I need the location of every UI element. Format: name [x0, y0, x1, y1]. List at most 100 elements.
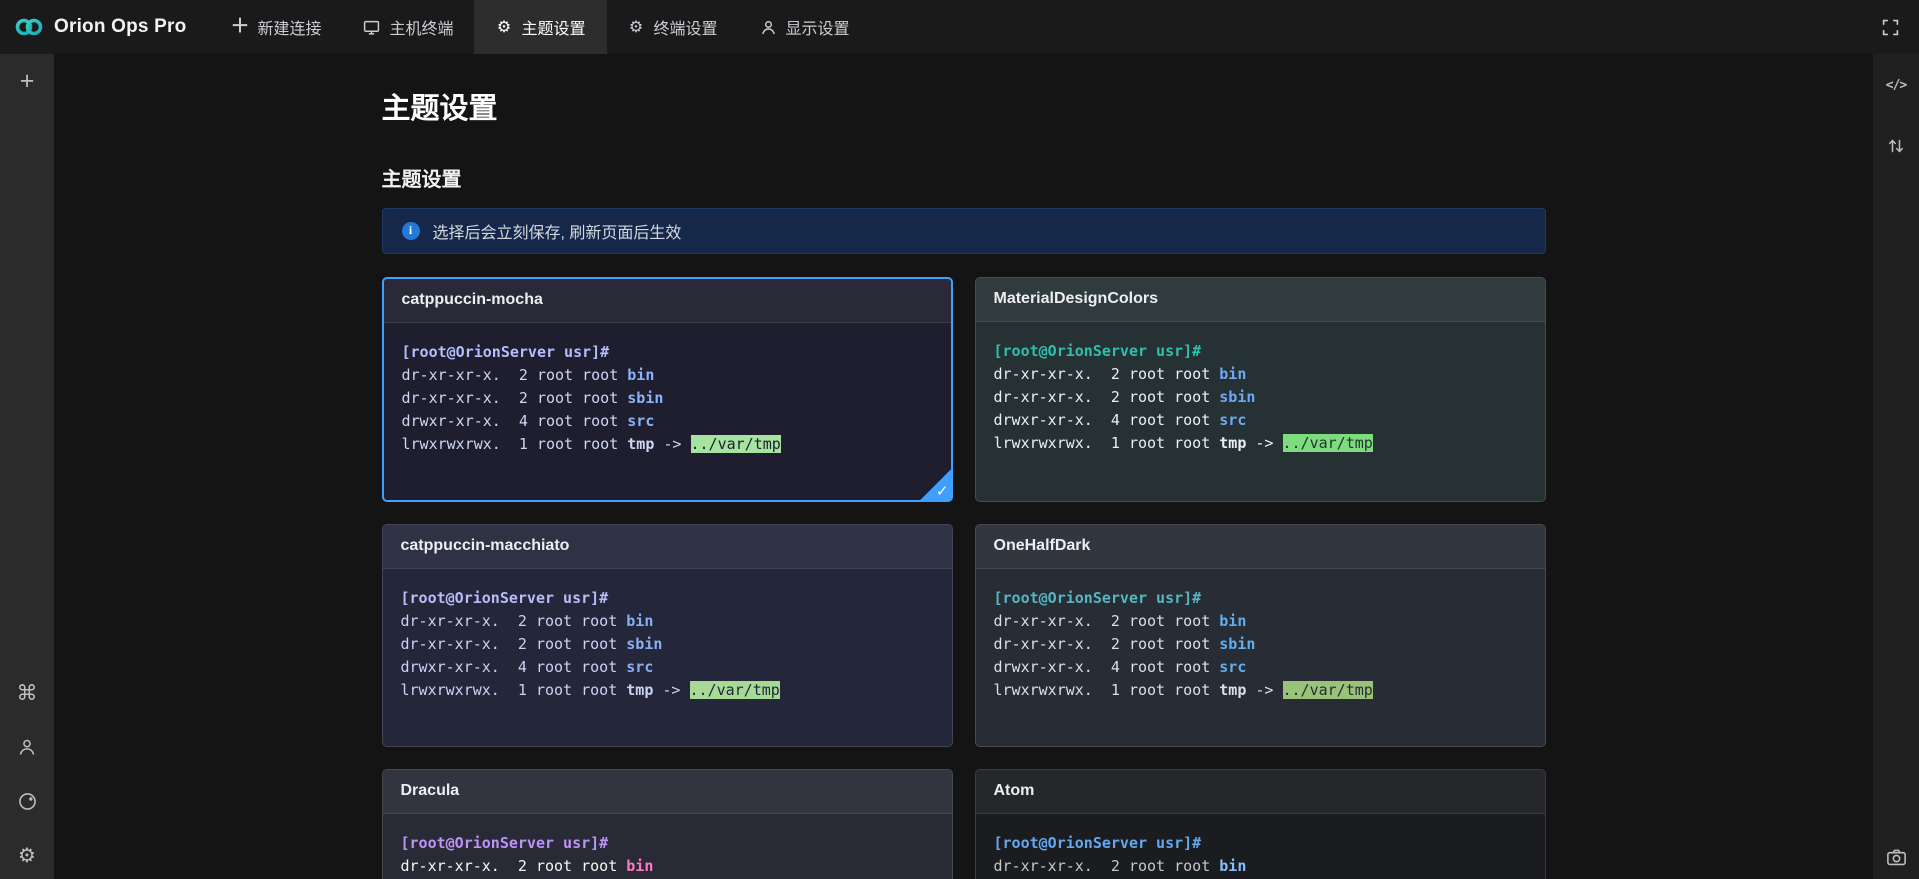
nav-item-display-settings[interactable]: 显示设置: [739, 0, 871, 54]
nav-item-theme-settings[interactable]: ⚙ 主题设置: [474, 0, 606, 54]
terminal-line: drwxr-xr-x. 4 root root src: [401, 656, 934, 679]
theme-name: MaterialDesignColors: [994, 290, 1158, 308]
left-sidebar-bottom: ⌘ ⚙: [13, 679, 41, 869]
terminal-prompt-line: [root@OrionServer usr]#: [994, 832, 1527, 855]
theme-name: catppuccin-mocha: [402, 291, 543, 309]
terminal-line: dr-xr-xr-x. 2 root root sbin: [994, 633, 1527, 656]
theme-card[interactable]: catppuccin-mocha [root@OrionServer usr]#…: [382, 277, 953, 502]
nav-item-label: 终端设置: [654, 15, 718, 39]
theme-card[interactable]: MaterialDesignColors [root@OrionServer u…: [975, 277, 1546, 502]
gear-icon: ⚙: [18, 845, 36, 865]
terminal-line: lrwxrwxrwx. 1 root root tmp -> ../var/tm…: [994, 432, 1527, 455]
theme-card-header: catppuccin-macchiato: [383, 525, 952, 569]
terminal-line: lrwxrwxrwx. 1 root root tmp -> ../var/tm…: [401, 679, 934, 702]
theme-card-body: [root@OrionServer usr]#dr-xr-xr-x. 2 roo…: [976, 814, 1545, 879]
theme-card[interactable]: OneHalfDark [root@OrionServer usr]#dr-xr…: [975, 524, 1546, 747]
info-icon: i: [402, 222, 420, 240]
nav-menu: ＋ 新建连接 主机终端 ⚙ 主题设置 ⚙ 终端设置 显示设置: [210, 0, 870, 54]
terminal-line: dr-xr-xr-x. 2 root root bin: [401, 610, 934, 633]
info-alert-text: 选择后会立刻保存, 刷新页面后生效: [433, 219, 682, 243]
user-icon: [760, 19, 777, 36]
fullscreen-icon: [1882, 19, 1899, 36]
plus-icon: ＋: [231, 18, 248, 35]
terminal-prompt-line: [root@OrionServer usr]#: [402, 341, 933, 364]
nav-item-new-connection[interactable]: ＋ 新建连接: [210, 0, 342, 54]
user-icon: [17, 737, 37, 757]
terminal-prompt-line: [root@OrionServer usr]#: [994, 340, 1527, 363]
terminal-preview: [root@OrionServer usr]#dr-xr-xr-x. 2 roo…: [402, 341, 933, 456]
code-view-button[interactable]: </>: [1882, 71, 1910, 99]
terminal-prompt-line: [root@OrionServer usr]#: [401, 587, 934, 610]
fullscreen-button[interactable]: [1862, 0, 1919, 54]
terminal-preview: [root@OrionServer usr]#dr-xr-xr-x. 2 roo…: [401, 832, 934, 879]
terminal-line: drwxr-xr-x. 4 root root src: [994, 409, 1527, 432]
terminal-line: dr-xr-xr-x. 2 root root bin: [402, 364, 933, 387]
theme-card-header: Atom: [976, 770, 1545, 814]
terminal-line: dr-xr-xr-x. 2 root root bin: [994, 855, 1527, 878]
top-navbar: Orion Ops Pro ＋ 新建连接 主机终端 ⚙ 主题设置 ⚙ 终端设置: [0, 0, 1919, 54]
terminal-prompt-line: [root@OrionServer usr]#: [994, 587, 1527, 610]
gear-icon: ⚙: [628, 19, 645, 36]
plus-icon: +: [20, 67, 35, 96]
left-sidebar: + ⌘ ⚙: [0, 54, 54, 879]
theme-card-body: [root@OrionServer usr]#dr-xr-xr-x. 2 roo…: [383, 814, 952, 879]
camera-icon: [1886, 847, 1907, 868]
terminal-line: dr-xr-xr-x. 2 root root bin: [994, 363, 1527, 386]
theme-name: Dracula: [401, 782, 460, 800]
navbar-spacer: [871, 0, 1862, 54]
command-icon: ⌘: [17, 683, 38, 704]
nav-item-label: 主题设置: [521, 15, 585, 39]
theme-card-body: [root@OrionServer usr]#dr-xr-xr-x. 2 roo…: [384, 323, 951, 500]
nav-item-host-terminal[interactable]: 主机终端: [342, 0, 474, 54]
main-row: + ⌘ ⚙: [0, 54, 1919, 879]
section-title: 主题设置: [382, 163, 1546, 192]
terminal-prompt-line: [root@OrionServer usr]#: [401, 832, 934, 855]
theme-card-body: [root@OrionServer usr]#dr-xr-xr-x. 2 roo…: [976, 569, 1545, 746]
theme-card[interactable]: Atom [root@OrionServer usr]#dr-xr-xr-x. …: [975, 769, 1546, 879]
terminal-line: dr-xr-xr-x. 2 root root bin: [401, 855, 934, 878]
theme-name: OneHalfDark: [994, 537, 1091, 555]
theme-grid: catppuccin-mocha [root@OrionServer usr]#…: [382, 277, 1546, 879]
screenshot-button[interactable]: [1882, 843, 1910, 871]
app-title: Orion Ops Pro: [54, 16, 186, 38]
terminal-line: dr-xr-xr-x. 2 root root bin: [994, 610, 1527, 633]
terminal-preview: [root@OrionServer usr]#dr-xr-xr-x. 2 roo…: [994, 832, 1527, 879]
theme-card-body: [root@OrionServer usr]#dr-xr-xr-x. 2 roo…: [976, 322, 1545, 499]
terminal-line: drwxr-xr-x. 4 root root src: [994, 656, 1527, 679]
nav-item-label: 显示设置: [786, 15, 850, 39]
theme-card-header: OneHalfDark: [976, 525, 1545, 569]
nav-item-terminal-settings[interactable]: ⚙ 终端设置: [607, 0, 739, 54]
page-title: 主题设置: [382, 92, 1546, 127]
palette-icon: [17, 791, 38, 812]
settings-container: 主题设置 主题设置 i 选择后会立刻保存, 刷新页面后生效 catppuccin…: [382, 54, 1546, 879]
nav-item-label: 主机终端: [389, 15, 453, 39]
info-alert: i 选择后会立刻保存, 刷新页面后生效: [382, 208, 1546, 254]
terminal-line: drwxr-xr-x. 4 root root src: [402, 410, 933, 433]
theme-card[interactable]: catppuccin-macchiato [root@OrionServer u…: [382, 524, 953, 747]
shortcut-button[interactable]: ⌘: [13, 679, 41, 707]
nav-item-label: 新建连接: [257, 15, 321, 39]
theme-card-header: Dracula: [383, 770, 952, 814]
theme-card-header: catppuccin-mocha: [384, 279, 951, 323]
orion-logo-icon: [14, 16, 44, 38]
theme-button[interactable]: [13, 787, 41, 815]
brand: Orion Ops Pro: [0, 0, 210, 54]
theme-card-body: [root@OrionServer usr]#dr-xr-xr-x. 2 roo…: [383, 569, 952, 746]
right-sidebar: </>: [1873, 54, 1919, 879]
settings-button[interactable]: ⚙: [13, 841, 41, 869]
terminal-line: lrwxrwxrwx. 1 root root tmp -> ../var/tm…: [402, 433, 933, 456]
terminal-preview: [root@OrionServer usr]#dr-xr-xr-x. 2 roo…: [994, 587, 1527, 702]
sort-button[interactable]: [1882, 132, 1910, 160]
app-window: Orion Ops Pro ＋ 新建连接 主机终端 ⚙ 主题设置 ⚙ 终端设置: [0, 0, 1919, 879]
terminal-line: dr-xr-xr-x. 2 root root sbin: [401, 633, 934, 656]
theme-name: Atom: [994, 782, 1035, 800]
main-content: 主题设置 主题设置 i 选择后会立刻保存, 刷新页面后生效 catppuccin…: [54, 54, 1873, 879]
terminal-preview: [root@OrionServer usr]#dr-xr-xr-x. 2 roo…: [401, 587, 934, 702]
terminal-preview: [root@OrionServer usr]#dr-xr-xr-x. 2 roo…: [994, 340, 1527, 455]
terminal-icon: [363, 19, 380, 36]
user-button[interactable]: [13, 733, 41, 761]
theme-card[interactable]: Dracula [root@OrionServer usr]#dr-xr-xr-…: [382, 769, 953, 879]
theme-card-header: MaterialDesignColors: [976, 278, 1545, 322]
add-tab-button[interactable]: +: [13, 67, 41, 95]
theme-name: catppuccin-macchiato: [401, 537, 570, 555]
